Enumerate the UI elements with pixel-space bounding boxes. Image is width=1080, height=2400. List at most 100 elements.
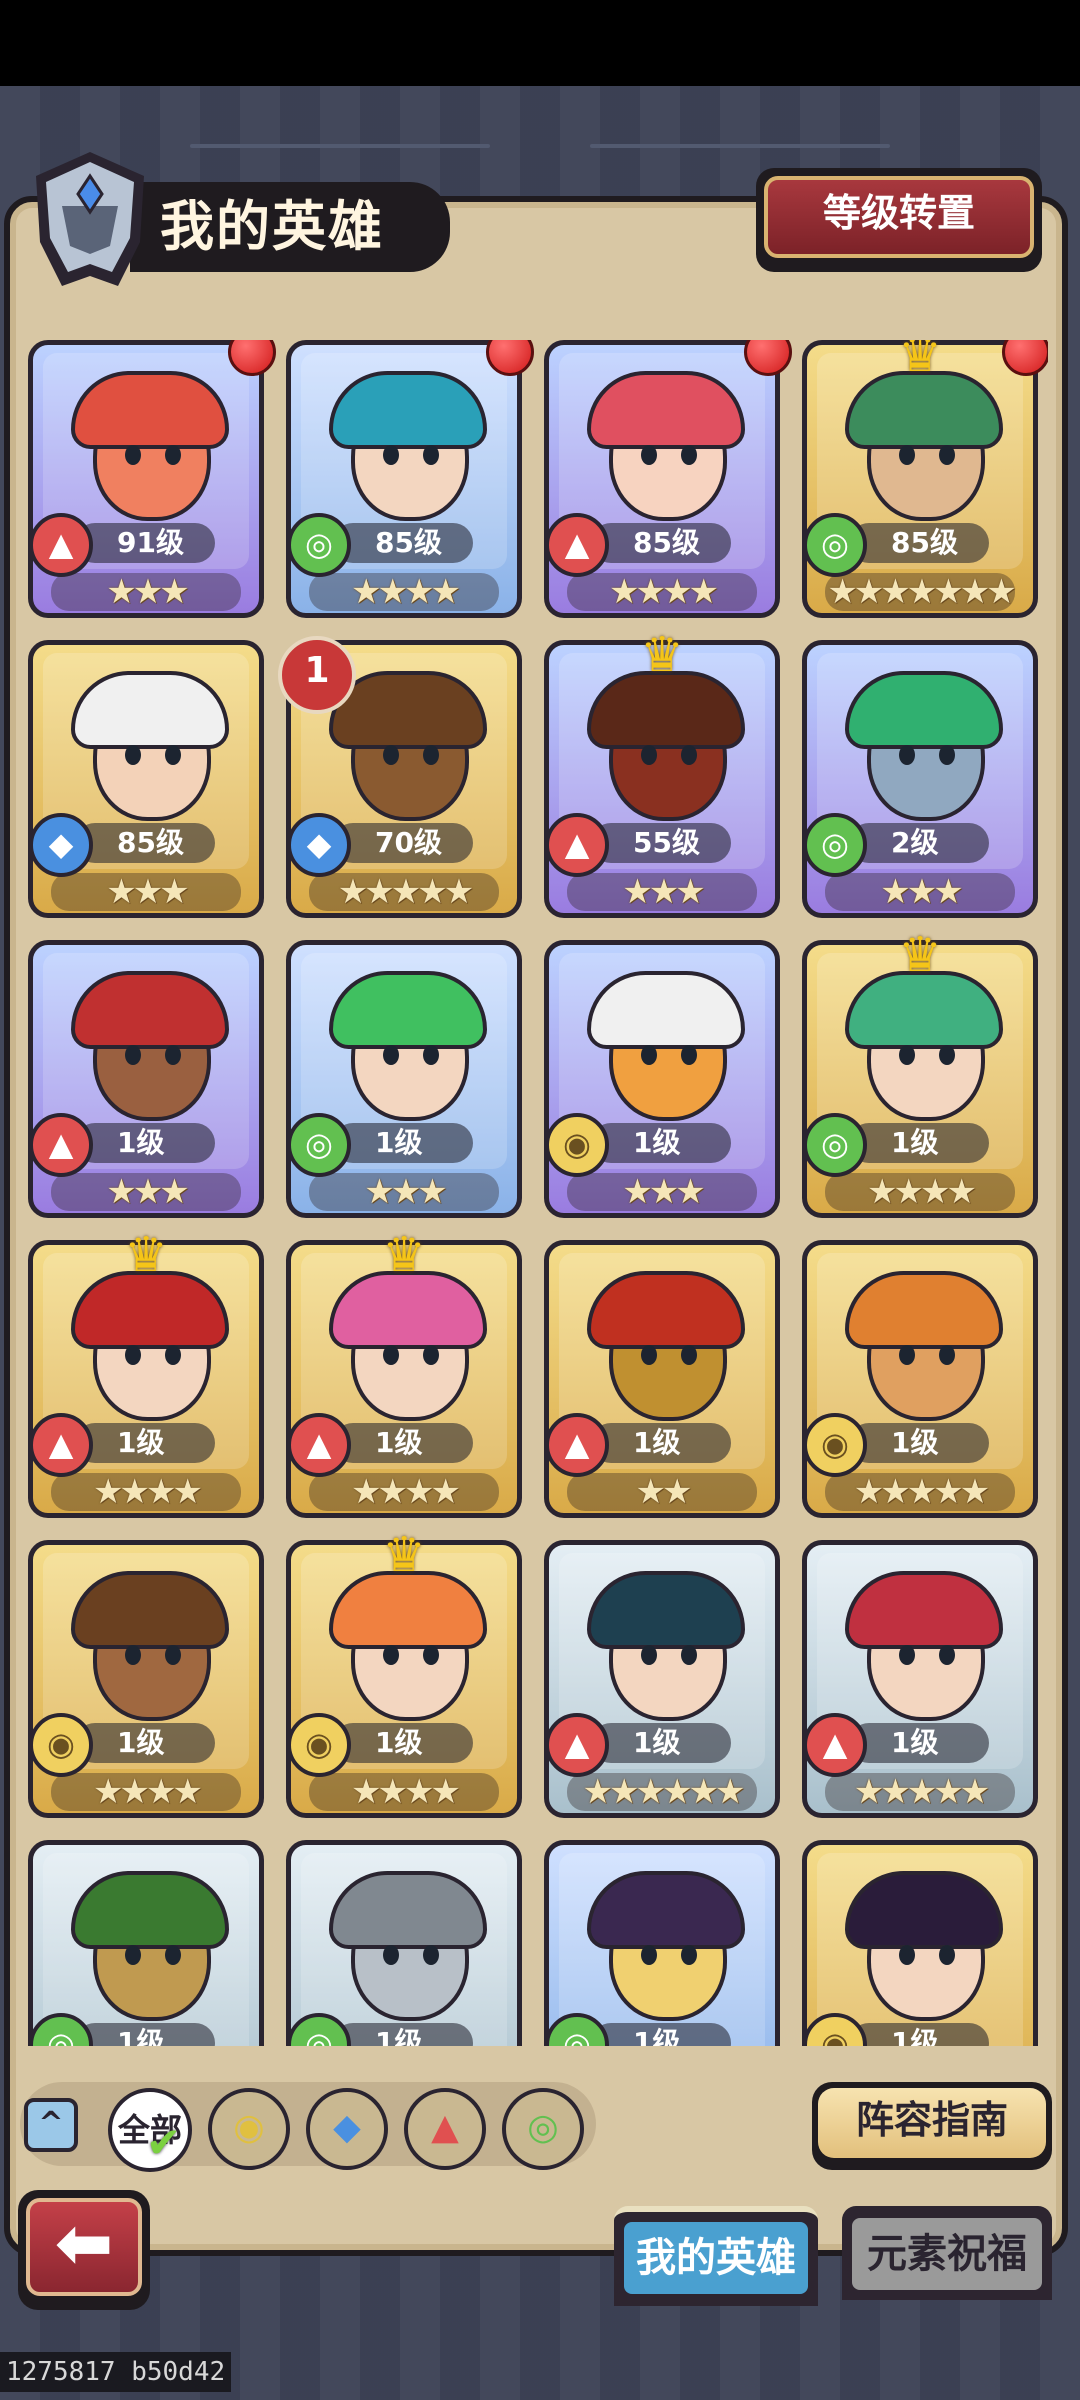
hero-hair <box>845 671 1003 749</box>
hero-stars: ★★★ <box>309 1173 499 1211</box>
hero-eye <box>383 445 399 465</box>
earth-icon: ◉ <box>807 1413 867 1477</box>
hero-card[interactable]: 1级 ★★★★★ ◉ <box>802 1240 1038 1518</box>
hero-card[interactable]: 1级 ★★★ ◉ <box>544 940 780 1218</box>
hero-eye <box>383 745 399 765</box>
crown-icon: ♛ <box>124 1227 168 1283</box>
hero-eye <box>125 745 141 765</box>
check-icon: ✔ <box>146 2118 182 2167</box>
hero-stars: ★★★★ <box>309 573 499 611</box>
tab-element-blessing[interactable]: 元素祝福 <box>842 2206 1052 2300</box>
level-transfer-button[interactable]: 等级转置 <box>756 168 1042 272</box>
hero-hair <box>845 1871 1003 1949</box>
hero-card[interactable]: 85级 ★★★★ ◎ <box>286 340 522 618</box>
fire-icon: ▲ <box>431 2107 459 2148</box>
hero-level: 1级 <box>75 1723 215 1763</box>
decorative-line <box>590 144 890 148</box>
wind-icon: ◎ <box>807 513 867 577</box>
hero-level: 85级 <box>849 523 989 563</box>
hero-eye <box>939 1645 955 1665</box>
hero-eye <box>641 1645 657 1665</box>
hero-card[interactable]: 91级 ★★★ ▲ <box>28 340 264 618</box>
hero-eye <box>165 1645 181 1665</box>
filter-water-button[interactable]: ◆ <box>306 2088 388 2170</box>
hero-stars: ★★★★ <box>309 1473 499 1511</box>
hero-card[interactable]: 2级 ★★★ ◎ <box>802 640 1038 918</box>
hero-stars: ★★★★★★★ <box>825 573 1017 611</box>
hero-level: 85级 <box>333 523 473 563</box>
hero-stars: ★★★ <box>51 873 241 911</box>
hero-eye <box>383 1645 399 1665</box>
hero-card[interactable]: 85级 ★★★ ◆ <box>28 640 264 918</box>
hero-eye <box>641 1345 657 1365</box>
wind-icon: ◎ <box>807 1113 867 1177</box>
hero-grid: 91级 ★★★ ▲ 85级 ★★★★ ◎ 85级 ★★★★ ▲ 85级 ★★★★★★★ ◎ ♛ 85级 ★★… <box>28 340 1048 2046</box>
hero-hair <box>71 371 229 449</box>
back-button[interactable]: ⬅ <box>18 2190 150 2310</box>
hero-eye <box>383 1345 399 1365</box>
tab-my-heroes-label: 我的英雄 <box>624 2222 808 2294</box>
hero-stars: ★★★ <box>51 573 241 611</box>
hero-level: 1级 <box>75 2023 215 2046</box>
hero-eye <box>681 445 697 465</box>
hero-card[interactable]: 1级 ★★★ ◎ <box>286 940 522 1218</box>
hero-stars: ★★★★★ <box>309 873 499 911</box>
hero-eye <box>681 1945 697 1965</box>
hero-card[interactable]: 1级 ◉ <box>802 1840 1038 2046</box>
hero-card[interactable]: 1级 ★★★★★ ▲ <box>802 1540 1038 1818</box>
hero-eye <box>125 1945 141 1965</box>
hero-level: 1级 <box>849 2023 989 2046</box>
hero-eye <box>383 1945 399 1965</box>
hero-level: 1级 <box>333 1423 473 1463</box>
hero-hair <box>587 1871 745 1949</box>
hero-card[interactable]: 1级 ★★ ▲ <box>544 1240 780 1518</box>
fire-icon: ▲ <box>549 1413 609 1477</box>
hero-hair <box>329 371 487 449</box>
earth-icon: ◉ <box>233 2107 265 2148</box>
decorative-line <box>190 144 490 148</box>
hero-card[interactable]: 1级 ◎ <box>286 1840 522 2046</box>
chevron-up-button[interactable]: ^ <box>24 2098 78 2152</box>
hero-stars: ★★★★ <box>51 1473 241 1511</box>
hero-eye <box>125 1045 141 1065</box>
hero-level: 1级 <box>591 2023 731 2046</box>
hero-eye <box>125 1345 141 1365</box>
fire-icon: ▲ <box>549 813 609 877</box>
lineup-guide-button[interactable]: 阵容指南 <box>812 2082 1052 2170</box>
hero-card[interactable]: 1级 ◎ <box>544 1840 780 2046</box>
hero-card[interactable]: 1级 ★★★★★★ ▲ <box>544 1540 780 1818</box>
hero-eye <box>939 1045 955 1065</box>
hero-card[interactable]: 1级 ★★★★ ◉ <box>28 1540 264 1818</box>
hero-card[interactable]: 1级 ★★★ ▲ <box>28 940 264 1218</box>
hero-eye <box>165 1045 181 1065</box>
water-icon: ◆ <box>291 813 351 877</box>
page-title: 我的英雄 <box>160 195 384 258</box>
hero-card[interactable]: 1级 ◎ <box>28 1840 264 2046</box>
hero-stars: ★★★ <box>567 1173 757 1211</box>
hero-eye <box>939 445 955 465</box>
hero-hair <box>587 971 745 1049</box>
level-transfer-label: 等级转置 <box>764 176 1034 258</box>
filter-earth-button[interactable]: ◉ <box>208 2088 290 2170</box>
wind-icon: ◎ <box>527 2107 559 2148</box>
fire-icon: ▲ <box>807 1713 867 1777</box>
hero-hair <box>845 1571 1003 1649</box>
hero-stars: ★★★★★★ <box>567 1773 757 1811</box>
hero-level: 1级 <box>849 1423 989 1463</box>
filter-wind-button[interactable]: ◎ <box>502 2088 584 2170</box>
hero-level: 55级 <box>591 823 731 863</box>
filter-fire-button[interactable]: ▲ <box>404 2088 486 2170</box>
hero-eye <box>681 745 697 765</box>
hero-eye <box>899 1945 915 1965</box>
fire-icon: ▲ <box>291 1413 351 1477</box>
hero-eye <box>681 1645 697 1665</box>
status-bar <box>0 0 1080 86</box>
hero-eye <box>899 1045 915 1065</box>
tab-my-heroes[interactable]: 我的英雄 <box>614 2206 818 2306</box>
hero-eye <box>423 1645 439 1665</box>
hero-level: 85级 <box>591 523 731 563</box>
hero-eye <box>383 1045 399 1065</box>
hero-card[interactable]: 85级 ★★★★ ▲ <box>544 340 780 618</box>
hero-eye <box>681 1345 697 1365</box>
hero-hair <box>329 971 487 1049</box>
